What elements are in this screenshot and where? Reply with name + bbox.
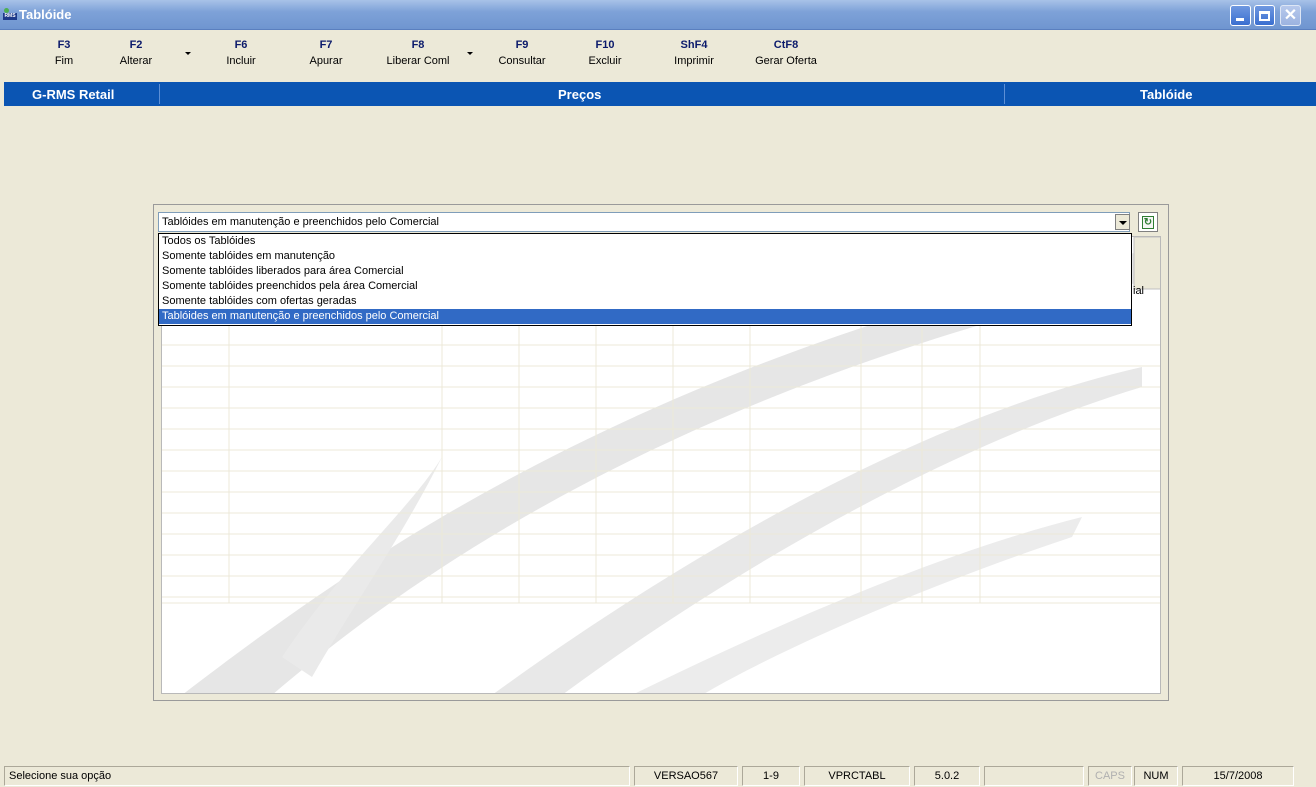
status-version: VERSAO567 — [634, 766, 738, 786]
close-icon: ✕ — [1283, 7, 1298, 24]
status-date: 15/7/2008 — [1182, 766, 1294, 786]
restore-button[interactable] — [1254, 5, 1275, 26]
consultar-button[interactable]: F9 Consultar — [491, 37, 553, 75]
restore-icon — [1259, 11, 1270, 21]
liberar-dropdown-arrow-icon[interactable] — [467, 52, 473, 55]
grid-column-header-partial: ial — [1133, 285, 1145, 297]
close-button[interactable]: ✕ — [1280, 5, 1301, 26]
window-title: Tablóide — [19, 7, 72, 22]
filter-option-todos[interactable]: Todos os Tablóides — [159, 234, 1131, 249]
status-range: 1-9 — [742, 766, 800, 786]
filter-combobox[interactable]: Tablóides em manutenção e preenchidos pe… — [158, 212, 1130, 232]
filter-dropdown-list[interactable]: Todos os Tablóides Somente tablóides em … — [158, 233, 1132, 326]
title-bar[interactable]: RMS Tablóide ✕ — [0, 0, 1316, 30]
status-message: Selecione sua opção — [4, 766, 630, 786]
status-program: VPRCTABL — [804, 766, 910, 786]
app-logo-icon: RMS — [3, 8, 17, 20]
imprimir-button[interactable]: ShF4 Imprimir — [664, 37, 724, 75]
screen-name: Tablóide — [1140, 87, 1193, 102]
filter-option-liberados[interactable]: Somente tablóides liberados para área Co… — [159, 264, 1131, 279]
filter-selected-value: Tablóides em manutenção e preenchidos pe… — [162, 216, 439, 228]
section-name: Preços — [558, 87, 602, 102]
filter-option-manutencao[interactable]: Somente tablóides em manutenção — [159, 249, 1131, 264]
liberar-coml-button[interactable]: F8 Liberar Coml — [378, 37, 458, 75]
excluir-button[interactable]: F10 Excluir — [582, 37, 628, 75]
status-caps: CAPS — [1088, 766, 1132, 786]
section-bar: G-RMS Retail Preços Tablóide — [4, 82, 1316, 106]
refresh-button[interactable]: ↻ — [1138, 212, 1158, 232]
filter-option-ofertas-geradas[interactable]: Somente tablóides com ofertas geradas — [159, 294, 1131, 309]
module-name: G-RMS Retail — [32, 87, 115, 102]
status-empty — [984, 766, 1084, 786]
alterar-dropdown-arrow-icon[interactable] — [185, 52, 191, 55]
status-bar: Selecione sua opção VERSAO567 1-9 VPRCTA… — [0, 763, 1316, 787]
toolbar: F3 Fim F2 Alterar F6 Incluir F7 Apurar F… — [0, 30, 1316, 80]
minimize-icon — [1236, 18, 1244, 21]
status-release: 5.0.2 — [914, 766, 980, 786]
filter-option-manutencao-preenchidos[interactable]: Tablóides em manutenção e preenchidos pe… — [159, 309, 1131, 324]
filter-option-preenchidos[interactable]: Somente tablóides preenchidos pela área … — [159, 279, 1131, 294]
fim-button[interactable]: F3 Fim — [52, 37, 76, 75]
minimize-button[interactable] — [1230, 5, 1251, 26]
refresh-icon: ↻ — [1142, 216, 1154, 229]
apurar-button[interactable]: F7 Apurar — [304, 37, 348, 75]
filter-dropdown-arrow-icon[interactable] — [1115, 214, 1130, 230]
status-num: NUM — [1134, 766, 1178, 786]
alterar-button[interactable]: F2 Alterar — [114, 37, 158, 75]
incluir-button[interactable]: F6 Incluir — [218, 37, 264, 75]
gerar-oferta-button[interactable]: CtF8 Gerar Oferta — [744, 37, 828, 75]
